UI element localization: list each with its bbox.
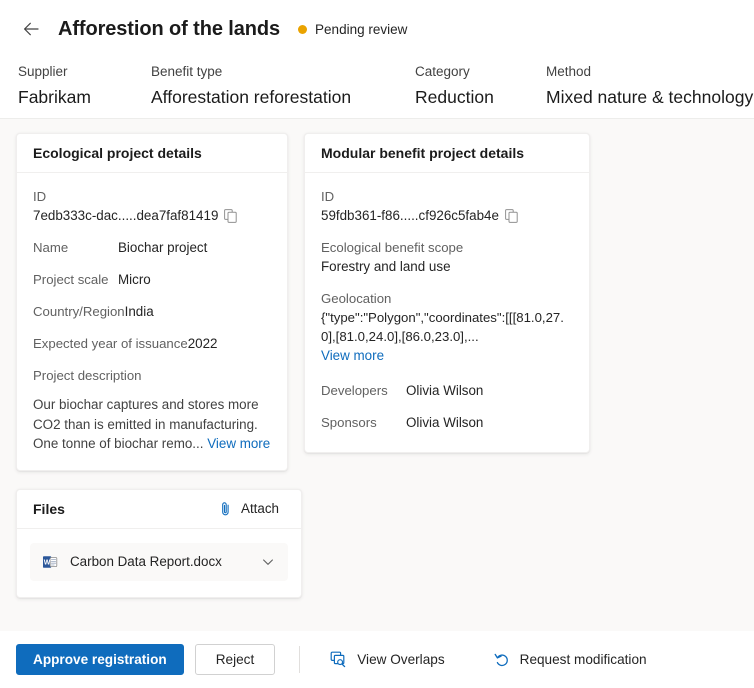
footer-divider bbox=[299, 646, 301, 673]
id-line: 59fdb361-f86.....cf926c5fab4e bbox=[321, 206, 573, 225]
field-label: Project description bbox=[33, 368, 142, 383]
paperclip-icon bbox=[218, 501, 233, 517]
meta-label: Supplier bbox=[18, 64, 68, 79]
reject-button[interactable]: Reject bbox=[194, 644, 276, 675]
project-description-text: Our biochar captures and stores more CO2… bbox=[33, 395, 271, 454]
field-country-region: Country/Region India bbox=[33, 302, 271, 321]
field-value: Olivia Wilson bbox=[406, 415, 484, 430]
footer-action-bar: Approve registration Reject View Overlap… bbox=[0, 631, 754, 688]
field-ecological-id: ID 7edb333c-dac.....dea7faf81419 bbox=[33, 187, 271, 225]
field-project-description: Project description Our biochar captures… bbox=[33, 366, 271, 454]
meta-label: Category bbox=[415, 64, 470, 79]
field-label: Ecological benefit scope bbox=[321, 240, 464, 255]
status-dot-icon bbox=[298, 24, 308, 34]
field-name: Name Biochar project bbox=[33, 238, 271, 257]
field-label: Name bbox=[33, 240, 69, 255]
status-badge: Pending review bbox=[298, 22, 407, 37]
modular-benefit-project-details-card: Modular benefit project details ID 59fdb… bbox=[304, 133, 590, 453]
attach-label: Attach bbox=[241, 501, 279, 516]
cards-row: Ecological project details ID 7edb333c-d… bbox=[16, 133, 738, 471]
meta-benefit-type: Benefit type Afforestation reforestation bbox=[151, 63, 415, 111]
files-card: Files Attach W Carbon Data Report.docx bbox=[16, 488, 302, 598]
meta-value: Fabrikam bbox=[18, 87, 91, 107]
card-title: Modular benefit project details bbox=[321, 145, 525, 161]
page-title: Afforestion of the lands bbox=[58, 17, 281, 40]
meta-value: Afforestation reforestation bbox=[151, 87, 352, 107]
header-meta-row: Supplier Fabrikam Benefit type Afforesta… bbox=[16, 63, 753, 111]
field-value: 2022 bbox=[187, 336, 218, 351]
svg-text:W: W bbox=[44, 559, 51, 566]
field-label: ID bbox=[33, 189, 47, 204]
view-overlaps-button[interactable]: View Overlaps bbox=[324, 646, 450, 674]
field-value: India bbox=[124, 304, 154, 319]
field-label: Geolocation bbox=[321, 291, 392, 306]
status-label: Pending review bbox=[315, 21, 408, 37]
files-body: W Carbon Data Report.docx bbox=[17, 529, 301, 597]
copy-icon[interactable] bbox=[505, 208, 518, 223]
field-modular-id: ID 59fdb361-f86.....cf926c5fab4e bbox=[321, 187, 573, 225]
meta-label: Benefit type bbox=[151, 64, 223, 79]
field-label: Sponsors bbox=[321, 415, 377, 430]
request-modification-button[interactable]: Request modification bbox=[487, 646, 653, 674]
copy-icon[interactable] bbox=[224, 208, 238, 223]
request-modification-label: Request modification bbox=[519, 652, 647, 667]
field-project-scale: Project scale Micro bbox=[33, 270, 271, 289]
view-more-link[interactable]: View more bbox=[321, 348, 384, 363]
card-body: ID 59fdb361-f86.....cf926c5fab4e Ecologi… bbox=[305, 173, 589, 452]
card-body: ID 7edb333c-dac.....dea7faf81419 Name Bi… bbox=[17, 173, 287, 470]
card-title: Ecological project details bbox=[33, 145, 202, 161]
field-label: Project scale bbox=[33, 272, 109, 287]
overlap-search-icon bbox=[330, 651, 348, 669]
meta-value: Mixed nature & technology bbox=[546, 87, 754, 107]
meta-supplier: Supplier Fabrikam bbox=[18, 63, 151, 111]
field-value: Micro bbox=[118, 272, 151, 287]
card-title: Files bbox=[33, 500, 65, 517]
geolocation-value: {"type":"Polygon","coordinates":[[[81.0,… bbox=[321, 310, 564, 344]
meta-value: Reduction bbox=[415, 87, 494, 107]
field-value: Biochar project bbox=[118, 240, 208, 255]
chevron-down-icon[interactable] bbox=[260, 554, 276, 570]
ecological-project-details-card: Ecological project details ID 7edb333c-d… bbox=[16, 133, 288, 471]
word-document-icon: W bbox=[42, 554, 58, 570]
file-name: Carbon Data Report.docx bbox=[70, 554, 222, 569]
card-header: Modular benefit project details bbox=[305, 134, 589, 173]
meta-category: Category Reduction bbox=[415, 63, 546, 111]
field-expected-year-of-issuance: Expected year of issuance 2022 bbox=[33, 334, 271, 353]
back-button[interactable] bbox=[16, 14, 46, 44]
field-sponsors: Sponsors Olivia Wilson bbox=[321, 413, 573, 432]
field-label: Expected year of issuance bbox=[33, 336, 188, 351]
file-list-item[interactable]: W Carbon Data Report.docx bbox=[30, 542, 288, 581]
field-value: Olivia Wilson bbox=[406, 383, 484, 398]
page-header: Afforestion of the lands Pending review … bbox=[0, 0, 754, 119]
content-area: Ecological project details ID 7edb333c-d… bbox=[0, 119, 754, 631]
meta-label: Method bbox=[546, 64, 592, 79]
field-label: Country/Region bbox=[33, 304, 125, 319]
field-value: 7edb333c-dac.....dea7faf81419 bbox=[33, 208, 219, 223]
view-more-link[interactable]: View more bbox=[207, 436, 270, 451]
field-developers: Developers Olivia Wilson bbox=[321, 381, 573, 400]
app-page: Afforestion of the lands Pending review … bbox=[0, 0, 754, 688]
arrow-left-icon bbox=[21, 19, 41, 39]
field-label: Developers bbox=[321, 383, 388, 398]
field-label: ID bbox=[321, 189, 335, 204]
field-geolocation: Geolocation {"type":"Polygon","coordinat… bbox=[321, 289, 573, 365]
meta-method: Method Mixed nature & technology bbox=[546, 63, 754, 111]
card-header: Ecological project details bbox=[17, 134, 287, 173]
field-value: 59fdb361-f86.....cf926c5fab4e bbox=[321, 208, 499, 223]
approve-registration-button[interactable]: Approve registration bbox=[16, 644, 184, 675]
title-row: Afforestion of the lands Pending review bbox=[16, 0, 738, 52]
view-overlaps-label: View Overlaps bbox=[357, 652, 445, 667]
field-value: Forestry and land use bbox=[321, 259, 451, 274]
attach-button[interactable]: Attach bbox=[212, 498, 285, 520]
card-header: Files Attach bbox=[17, 490, 301, 529]
id-line: 7edb333c-dac.....dea7faf81419 bbox=[33, 206, 271, 225]
undo-arrow-icon bbox=[493, 651, 511, 669]
field-ecological-benefit-scope: Ecological benefit scope Forestry and la… bbox=[321, 238, 573, 276]
